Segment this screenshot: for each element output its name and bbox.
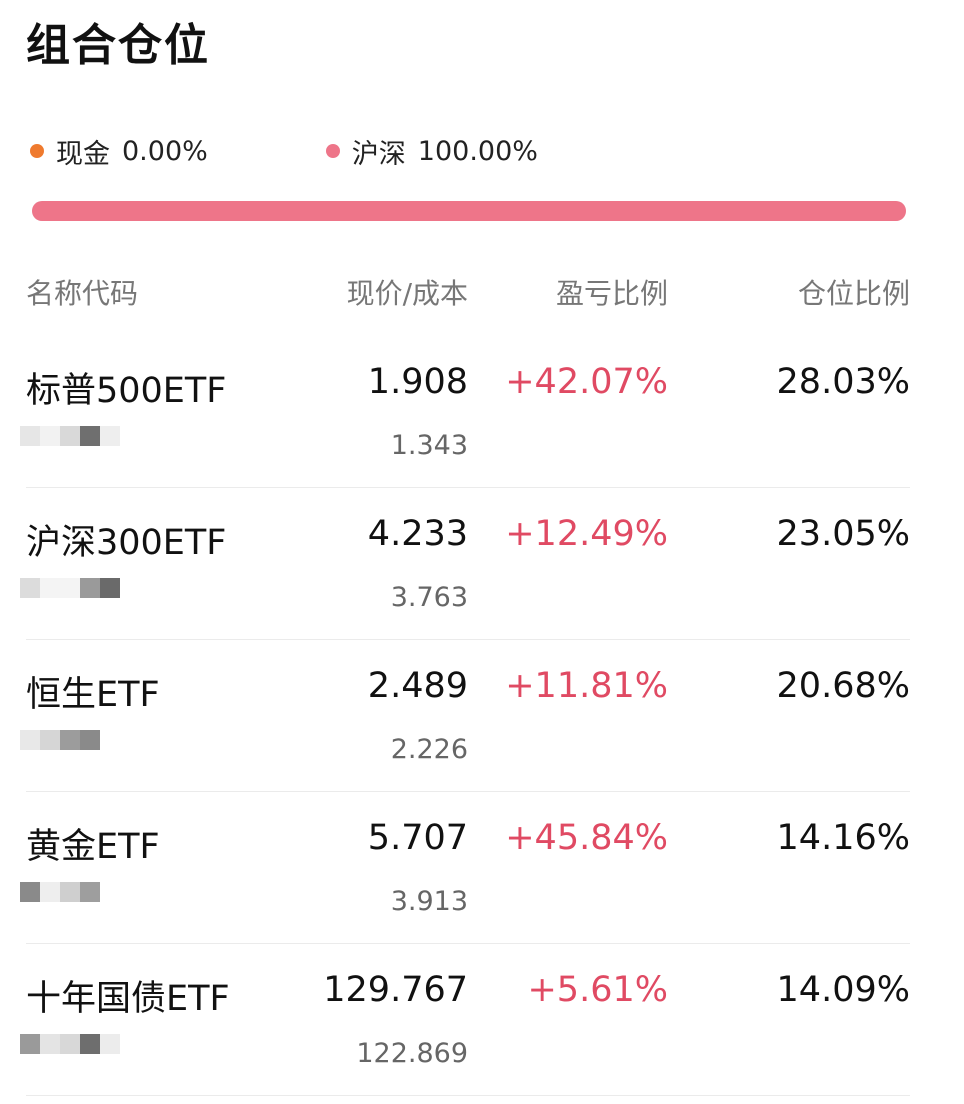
table-row[interactable]: 标普500ETF 1.908 1.343 +42.07% 28.03%: [0, 336, 964, 488]
table-row[interactable]: 沪深300ETF 4.233 3.763 +12.49% 23.05%: [0, 488, 964, 640]
code-mosaic-block: [60, 426, 80, 446]
code-mosaic-block: [40, 426, 60, 446]
code-mosaic-block: [80, 882, 100, 902]
allocation-bar: [32, 201, 906, 221]
code-mosaic-block: [60, 578, 80, 598]
code-mosaic-block: [80, 426, 100, 446]
fund-name: 黄金ETF: [26, 827, 160, 867]
legend-label-cash: 现金: [56, 138, 110, 170]
current-price: 4.233: [367, 514, 468, 554]
legend-percent-hushen: 100.00%: [417, 135, 538, 167]
code-mosaic-block: [100, 426, 120, 446]
fund-code-blurred: [20, 426, 120, 446]
cost-price: 3.763: [390, 582, 468, 613]
hushen-dot-icon: [325, 144, 340, 158]
fund-code-blurred: [20, 1034, 120, 1054]
fund-code-blurred: [20, 882, 120, 902]
table-row[interactable]: 十年国债ETF 129.767 122.869 +5.61% 14.09%: [0, 944, 964, 1096]
pnl-ratio: +42.07%: [505, 362, 668, 402]
current-price: 129.767: [323, 970, 468, 1010]
position-ratio: 14.09%: [776, 970, 910, 1010]
code-mosaic-block: [20, 426, 40, 446]
code-mosaic-block: [20, 578, 40, 598]
legend-item-hushen: 沪深 100.00%: [325, 132, 538, 171]
fund-name: 沪深300ETF: [26, 523, 227, 563]
code-mosaic-block: [60, 730, 80, 750]
code-mosaic-block: [20, 730, 40, 750]
allocation-legend: 现金 0.00% 沪深 100.00%: [30, 132, 656, 171]
cost-price: 2.226: [390, 734, 468, 765]
code-mosaic-block: [60, 882, 80, 902]
code-mosaic-block: [100, 578, 120, 598]
table-header: 名称代码 现价/成本 盈亏比例 仓位比例: [0, 272, 964, 316]
legend-item-cash: 现金 0.00%: [30, 132, 208, 171]
table-row[interactable]: 恒生ETF 2.489 2.226 +11.81% 20.68%: [0, 640, 964, 792]
code-mosaic-block: [80, 578, 100, 598]
code-mosaic-block: [80, 730, 100, 750]
allocation-bar-hushen: [32, 201, 906, 221]
fund-code-blurred: [20, 730, 120, 750]
fund-name: 十年国债ETF: [26, 979, 230, 1019]
position-ratio: 28.03%: [776, 362, 910, 402]
current-price: 2.489: [367, 666, 468, 706]
cash-dot-icon: [30, 144, 44, 158]
code-mosaic-block: [20, 882, 40, 902]
pnl-ratio: +5.61%: [527, 970, 668, 1010]
current-price: 5.707: [367, 818, 468, 858]
code-mosaic-block: [20, 1034, 40, 1054]
code-mosaic-block: [40, 730, 60, 750]
position-ratio: 20.68%: [776, 666, 910, 706]
code-mosaic-block: [100, 882, 120, 902]
header-price: 现价/成本: [346, 277, 468, 310]
fund-name: 标普500ETF: [26, 371, 227, 411]
pnl-ratio: +45.84%: [505, 818, 668, 858]
fund-name: 恒生ETF: [26, 675, 160, 715]
code-mosaic-block: [60, 1034, 80, 1054]
position-ratio: 14.16%: [776, 818, 910, 858]
legend-percent-cash: 0.00%: [122, 135, 208, 167]
code-mosaic-block: [40, 1034, 60, 1054]
cost-price: 122.869: [356, 1038, 468, 1069]
pnl-ratio: +12.49%: [505, 514, 668, 554]
position-ratio: 23.05%: [776, 514, 910, 554]
table-row[interactable]: 黄金ETF 5.707 3.913 +45.84% 14.16%: [0, 792, 964, 944]
row-divider: [26, 1095, 910, 1096]
page-title: 组合仓位: [26, 20, 210, 71]
current-price: 1.908: [367, 362, 468, 402]
holdings-list: 标普500ETF 1.908 1.343 +42.07% 28.03% 沪深30…: [0, 336, 964, 1096]
fund-code-blurred: [20, 578, 120, 598]
header-pnl: 盈亏比例: [555, 277, 668, 310]
cost-price: 3.913: [390, 886, 468, 917]
code-mosaic-block: [100, 1034, 120, 1054]
code-mosaic-block: [100, 730, 120, 750]
legend-label-hushen: 沪深: [351, 138, 406, 170]
header-position: 仓位比例: [797, 277, 910, 310]
code-mosaic-block: [80, 1034, 100, 1054]
cost-price: 1.343: [390, 430, 468, 461]
pnl-ratio: +11.81%: [505, 666, 668, 706]
header-name: 名称代码: [26, 277, 139, 310]
code-mosaic-block: [40, 882, 60, 902]
code-mosaic-block: [40, 578, 60, 598]
